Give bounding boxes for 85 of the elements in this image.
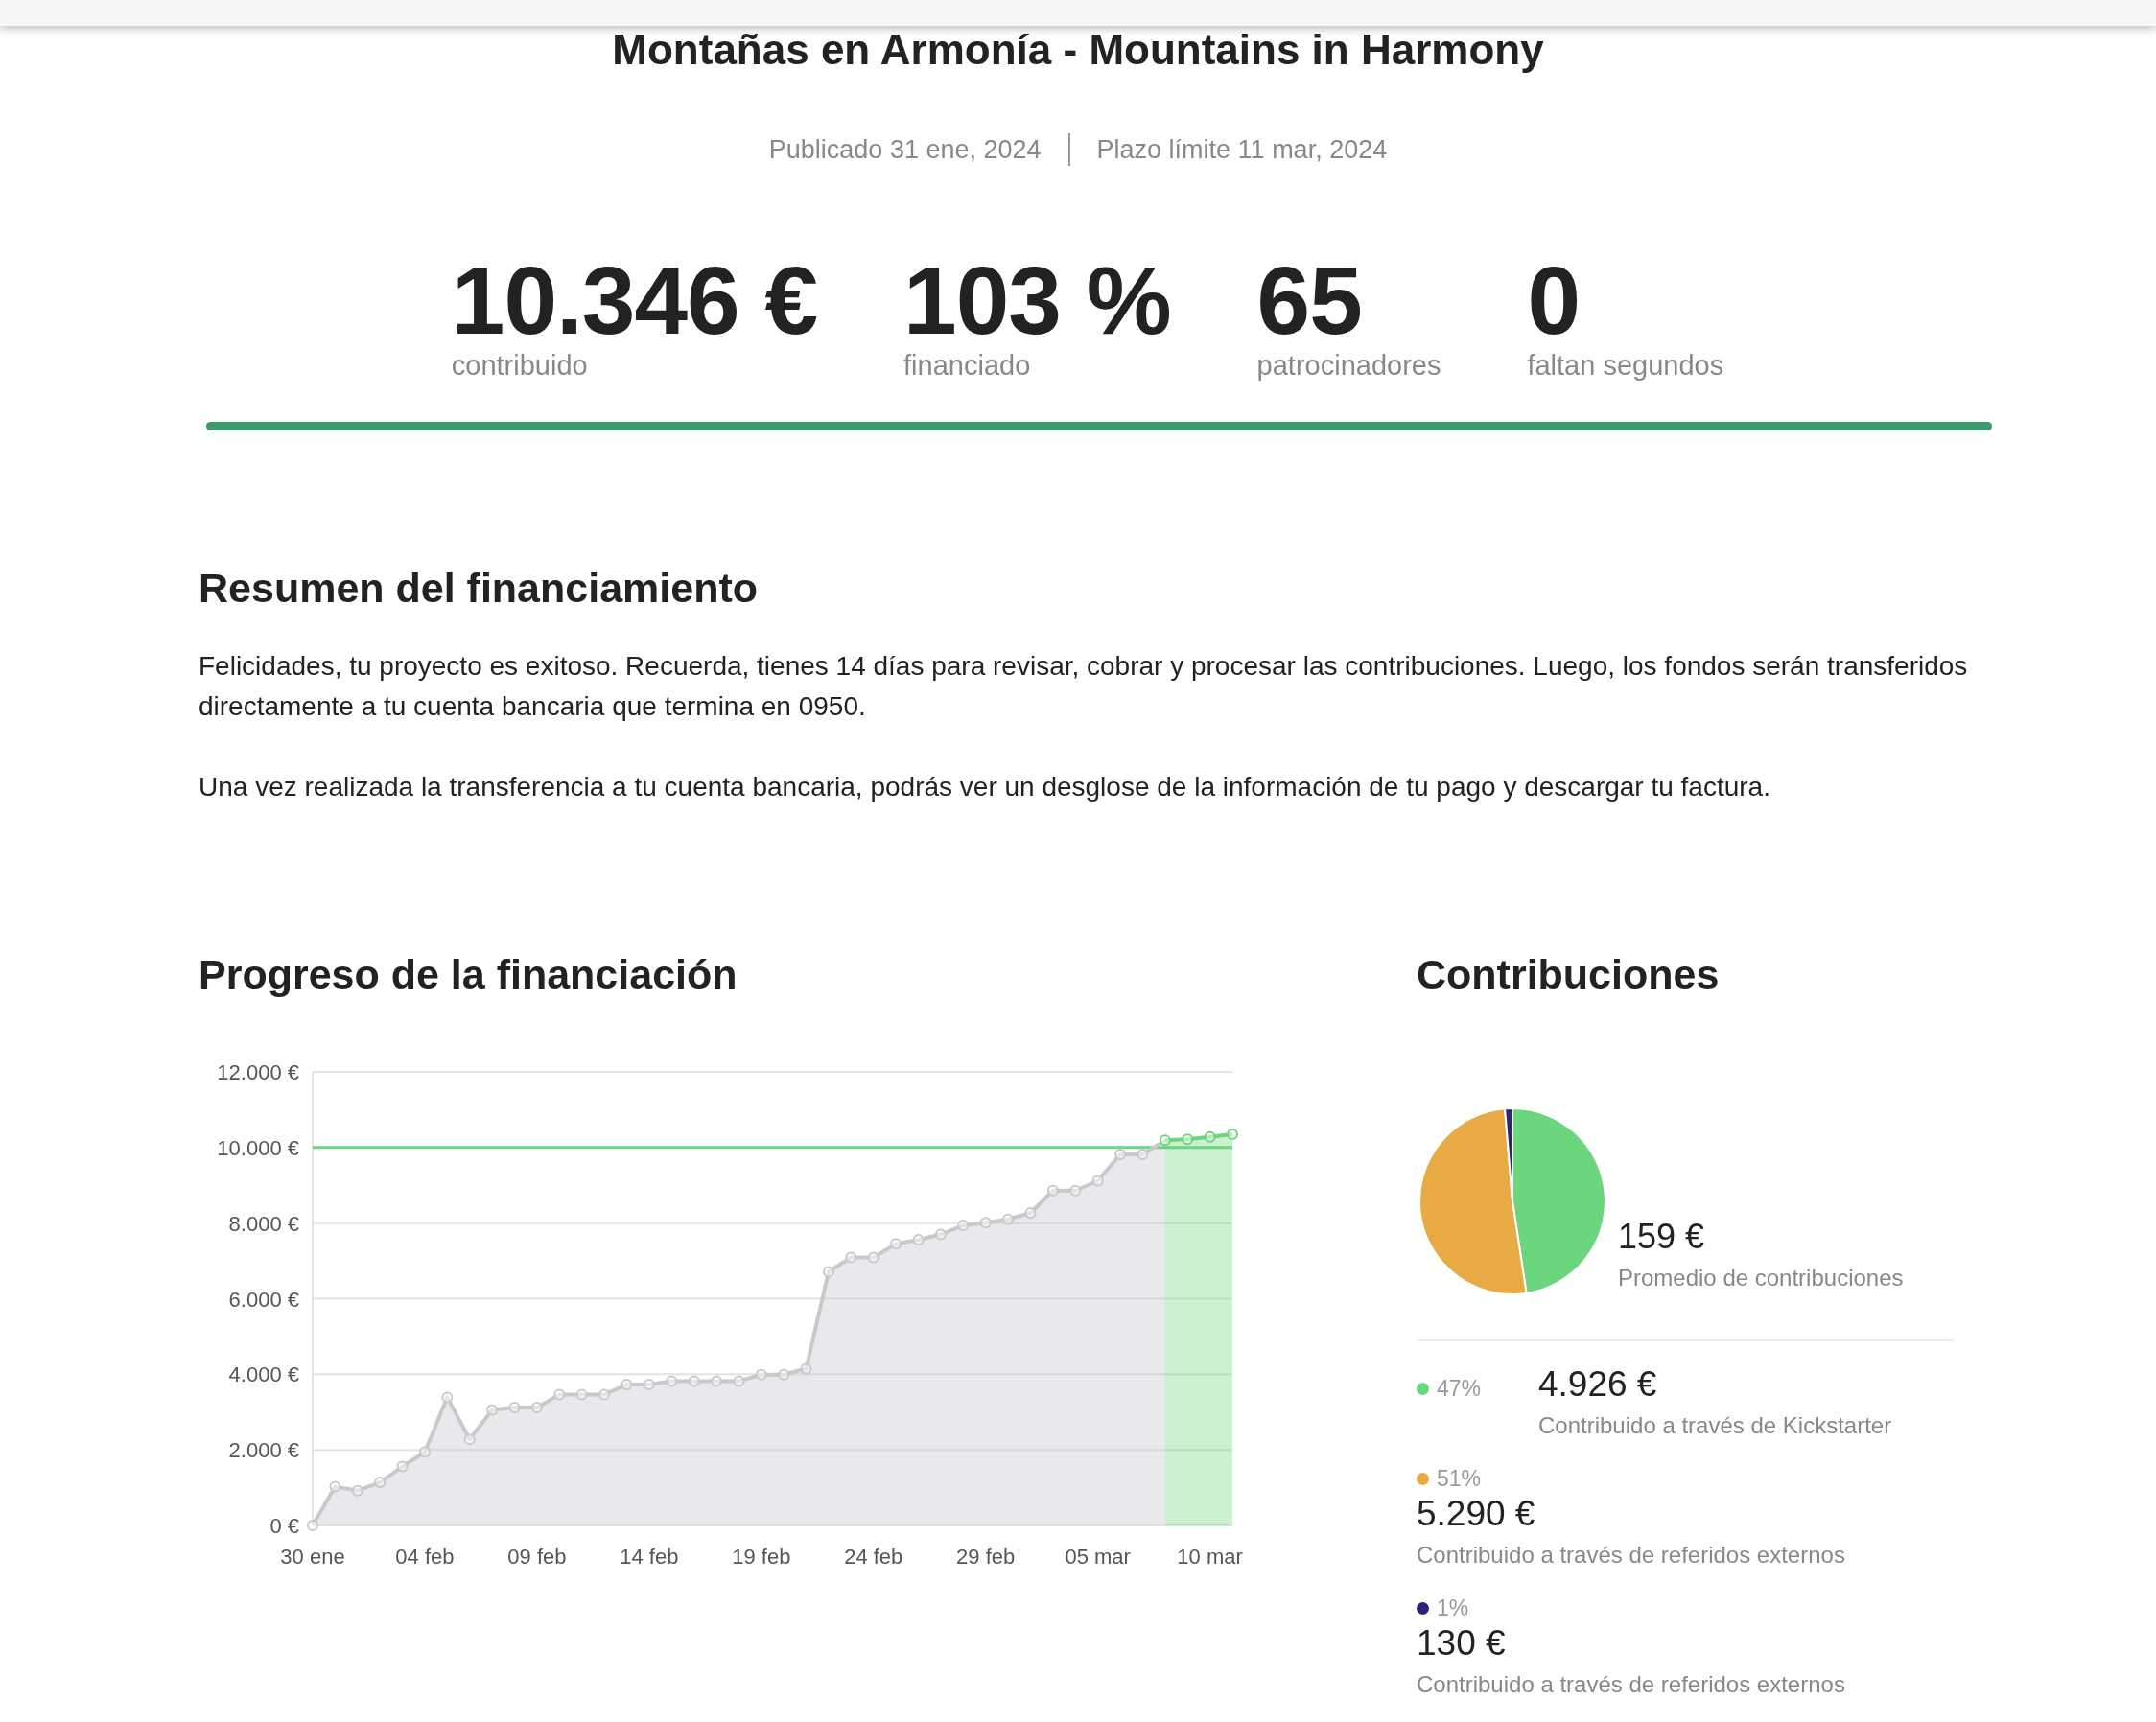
stat-value: 65 [1256,252,1363,348]
amount-value: 5.290 € [1417,1493,1536,1535]
deadline-date: Plazo límite 11 mar, 2024 [1096,134,1388,165]
axis-label: 6.000 € [228,1287,299,1312]
data-point [867,1251,879,1264]
section-heading: Resumen del financiamiento [199,565,760,612]
published-date: Publicado 31 ene, 2024 [768,134,1042,165]
axis-label: 2.000 € [228,1438,299,1463]
data-point [666,1375,678,1387]
data-point [688,1375,700,1387]
data-point [575,1388,588,1401]
section-heading: Contribuciones [1417,951,1721,998]
data-point [733,1375,745,1387]
data-point [979,1217,992,1229]
data-point [1227,1129,1238,1141]
axis-label: 09 feb [507,1545,567,1569]
stat-label: financiado [903,350,1032,382]
axis-label: 10 mar [1177,1545,1243,1569]
amount-label: Contribuido a través de Kickstarter [1538,1412,1892,1439]
data-point [1114,1148,1127,1160]
data-point [1204,1130,1216,1143]
data-point [329,1480,341,1493]
data-point [374,1477,387,1489]
data-point [418,1446,431,1458]
page-title: Montañas en Armonía - Mountains in Harmony [611,26,1545,74]
stat-value: 10.346 € [451,252,818,348]
data-point [396,1460,409,1473]
stat-value: 0 [1527,252,1582,348]
stat-label: patrocinadores [1256,350,1441,382]
stat-value: 103 % [903,252,1171,348]
data-point [508,1402,521,1413]
data-point [823,1266,834,1278]
axis-label: 14 feb [620,1545,679,1569]
data-point [351,1484,363,1497]
axis-label: 19 feb [732,1545,791,1569]
stat-label: faltan segundos [1527,350,1724,382]
stat-label: contribuido [451,350,589,382]
percent-label: 47% [1437,1376,1482,1402]
data-point [845,1251,857,1264]
data-point [307,1520,318,1531]
data-point [934,1228,947,1241]
paragraph: Felicidades, tu proyecto es exitoso. Recuerda, tienes 14 días para revisar, cobrar y procesar las contribuciones. Luego, los fondos serán transferidos directamente a tu cuenta bancaria que termina en 0950. [199,650,1969,723]
axis-label: 30 ene [280,1545,345,1569]
amount-label: Contribuido a través de referidos externos [1417,1542,1846,1569]
data-point [890,1238,902,1250]
data-point [643,1379,655,1390]
data-point [1159,1134,1171,1147]
axis-label: 4.000 € [228,1362,299,1387]
data-point [755,1368,767,1381]
average-label: Promedio de contribuciones [1618,1265,1904,1292]
data-point [486,1404,499,1416]
data-point [778,1368,790,1381]
axis-label: 29 feb [956,1545,1016,1569]
average-value: 159 € [1618,1217,1706,1257]
data-point [553,1388,566,1401]
data-point [800,1362,812,1375]
data-point [463,1433,476,1446]
axis-label: 05 mar [1065,1545,1131,1569]
axis-label: 10.000 € [217,1135,299,1160]
axis-label: 24 feb [844,1545,903,1569]
amount-value: 4.926 € [1538,1363,1658,1406]
data-point [530,1402,543,1413]
axis-label: 8.000 € [228,1211,299,1236]
data-point [1046,1184,1059,1197]
data-point [441,1391,454,1404]
amount-value: 130 € [1417,1622,1507,1664]
data-point [1137,1148,1149,1160]
data-point [912,1234,925,1245]
paragraph: Una vez realizada la transferencia a tu cuenta bancaria, podrás ver un desglose de la información de tu pago y descargar tu factura. [199,771,1771,803]
data-point [1002,1213,1015,1225]
amount-label: Contribuido a través de referidos externos [1417,1671,1846,1698]
data-point [1182,1133,1194,1146]
data-point [1091,1175,1104,1187]
axis-label: 04 feb [395,1545,455,1569]
data-point [957,1220,970,1232]
data-point [598,1388,611,1401]
data-point [711,1375,722,1387]
section-heading: Progreso de la financiación [199,951,738,998]
percent-label: 51% [1437,1466,1482,1492]
axis-label: 0 € [270,1514,299,1538]
axis-label: 12.000 € [217,1060,299,1084]
data-point [621,1379,633,1390]
data-point [1069,1184,1082,1197]
data-point [1024,1207,1037,1219]
percent-label: 1% [1437,1595,1469,1621]
